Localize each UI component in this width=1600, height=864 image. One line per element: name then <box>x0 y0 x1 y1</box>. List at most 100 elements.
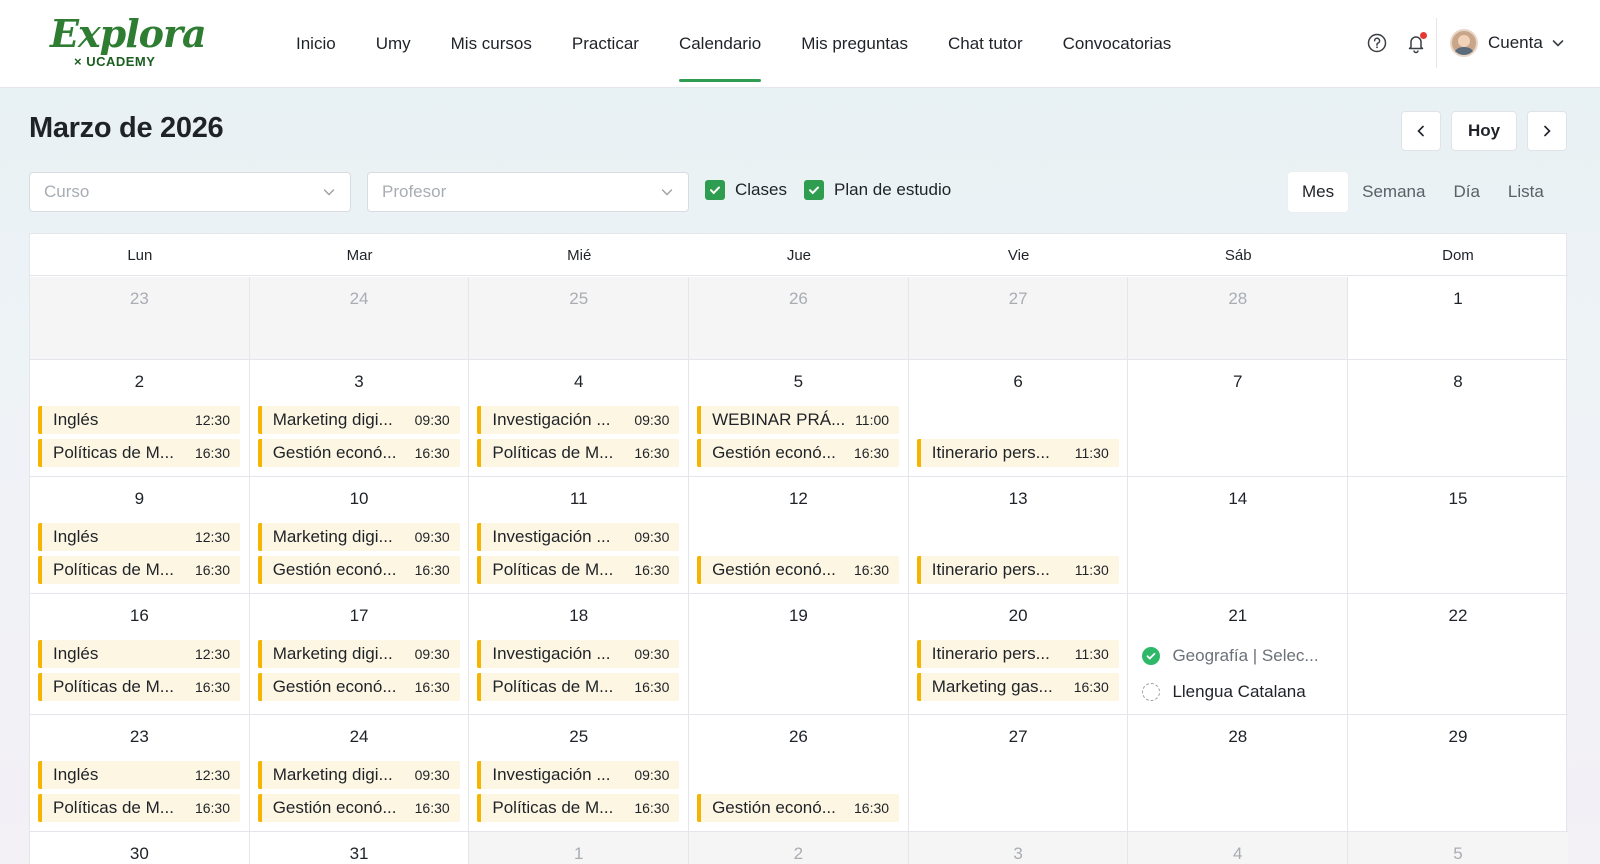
day-cell[interactable]: 23 Inglés 12:30 Políticas de M... 16:30 <box>30 715 250 831</box>
day-cell[interactable]: 30 <box>30 832 250 864</box>
day-cell[interactable]: 18 Investigación ... 09:30 Políticas de M..… <box>469 594 690 714</box>
teacher-select[interactable]: Profesor <box>367 172 689 212</box>
class-event[interactable]: Políticas de M... 16:30 <box>38 439 240 467</box>
class-event[interactable]: Políticas de M... 16:30 <box>477 673 680 701</box>
class-event[interactable]: Políticas de M... 16:30 <box>477 794 680 822</box>
day-cell[interactable]: 5 WEBINAR PRÁ... 11:00 Gestión econó... 16:3… <box>689 360 909 476</box>
study-plan-checkbox[interactable]: Plan de estudio <box>804 180 951 200</box>
class-event[interactable]: Políticas de M... 16:30 <box>38 794 240 822</box>
day-cell[interactable]: 3 Marketing digi... 09:30 Gestión econó... 1… <box>250 360 470 476</box>
next-month-button[interactable] <box>1527 111 1567 151</box>
day-cell[interactable]: 26 <box>689 277 909 359</box>
class-event[interactable]: Políticas de M... 16:30 <box>477 439 680 467</box>
class-event[interactable]: Gestión econó... 16:30 <box>257 556 460 584</box>
class-event[interactable]: Investigación ... 09:30 <box>477 640 680 668</box>
day-cell[interactable]: 29 <box>1348 715 1568 831</box>
class-event[interactable]: Inglés 12:30 <box>38 640 240 668</box>
day-cell[interactable]: 25 <box>469 277 690 359</box>
day-cell[interactable]: 24 <box>249 277 470 359</box>
class-event[interactable]: WEBINAR PRÁ... 11:00 <box>697 406 900 434</box>
day-cell[interactable]: 7 <box>1128 360 1349 476</box>
class-event[interactable]: Itinerario pers... 11:30 <box>916 439 1119 467</box>
today-label: Hoy <box>1467 121 1501 140</box>
day-cell[interactable]: 2 <box>689 832 909 864</box>
day-cell[interactable]: 27 <box>908 277 1129 359</box>
day-cell[interactable]: 4 Investigación ... 09:30 Políticas de M...… <box>469 360 690 476</box>
class-event[interactable]: Inglés 12:30 <box>38 406 240 434</box>
account-menu[interactable]: Cuenta <box>1450 26 1565 60</box>
day-cell[interactable]: 13 Itinerario pers... 11:30 <box>909 477 1129 593</box>
class-event[interactable]: Investigación ... 09:30 <box>477 761 680 789</box>
view-week-button[interactable]: Semana <box>1348 172 1439 212</box>
class-event[interactable]: Investigación ... 09:30 <box>477 523 680 551</box>
nav-item-calendario[interactable]: Calendario <box>678 0 762 88</box>
nav-item-mis-cursos[interactable]: Mis cursos <box>451 0 532 88</box>
day-cell[interactable]: 3 <box>908 832 1129 864</box>
class-event[interactable]: Políticas de M... 16:30 <box>38 556 240 584</box>
day-cell[interactable]: 22 <box>1348 594 1568 714</box>
brand-logo[interactable]: Explora × UCADEMY <box>50 12 207 74</box>
nav-item-chat-tutor[interactable]: Chat tutor <box>948 0 1023 88</box>
class-event[interactable]: Marketing gas... 16:30 <box>916 673 1119 701</box>
class-event[interactable]: Marketing digi... 09:30 <box>257 761 460 789</box>
view-list-button[interactable]: Lista <box>1494 172 1558 212</box>
day-cell[interactable]: 19 <box>689 594 909 714</box>
day-cell[interactable]: 16 Inglés 12:30 Políticas de M... 16:30 <box>30 594 250 714</box>
nav-item-convocatorias[interactable]: Convocatorias <box>1063 0 1172 88</box>
day-cell[interactable]: 24 Marketing digi... 09:30 Gestión econó...… <box>250 715 470 831</box>
classes-checkbox[interactable]: Clases <box>705 180 787 200</box>
day-cell[interactable]: 9 Inglés 12:30 Políticas de M... 16:30 <box>30 477 250 593</box>
day-cell[interactable]: 15 <box>1348 477 1568 593</box>
class-event[interactable]: Marketing digi... 09:30 <box>257 406 460 434</box>
day-cell[interactable]: 11 Investigación ... 09:30 Políticas de M..… <box>469 477 690 593</box>
study-plan-item[interactable]: Geografía | Selec... <box>1142 644 1342 668</box>
class-event[interactable]: Marketing digi... 09:30 <box>257 640 460 668</box>
day-cell[interactable]: 12 Gestión econó... 16:30 <box>689 477 909 593</box>
nav-item-inicio[interactable]: Inicio <box>296 0 336 88</box>
nav-item-mis-preguntas[interactable]: Mis preguntas <box>801 0 908 88</box>
day-cell[interactable]: 8 <box>1348 360 1568 476</box>
day-cell[interactable]: 27 <box>909 715 1129 831</box>
help-circle-icon[interactable] <box>1366 32 1388 54</box>
day-cell[interactable]: 10 Marketing digi... 09:30 Gestión econó...… <box>250 477 470 593</box>
nav-item-practicar[interactable]: Practicar <box>572 0 639 88</box>
class-event[interactable]: Inglés 12:30 <box>38 761 240 789</box>
class-event[interactable]: Inglés 12:30 <box>38 523 240 551</box>
day-cell[interactable]: 6 Itinerario pers... 11:30 <box>909 360 1129 476</box>
course-select[interactable]: Curso <box>29 172 351 212</box>
class-event[interactable]: Gestión econó... 16:30 <box>697 794 900 822</box>
day-cell[interactable]: 31 <box>250 832 470 864</box>
bell-icon[interactable] <box>1405 32 1427 54</box>
day-cell[interactable]: 14 <box>1128 477 1349 593</box>
day-cell[interactable]: 5 <box>1348 832 1568 864</box>
class-event[interactable]: Gestión econó... 16:30 <box>697 556 900 584</box>
day-cell[interactable]: 26 Gestión econó... 16:30 <box>689 715 909 831</box>
day-cell[interactable]: 21 Geografía | Selec... Llengua Catalana <box>1128 594 1349 714</box>
day-cell[interactable]: 4 <box>1128 832 1349 864</box>
view-day-button[interactable]: Día <box>1439 172 1493 212</box>
class-event[interactable]: Marketing digi... 09:30 <box>257 523 460 551</box>
class-event[interactable]: Gestión econó... 16:30 <box>257 439 460 467</box>
day-cell[interactable]: 20 Itinerario pers... 11:30 Marketing gas..… <box>909 594 1129 714</box>
day-cell[interactable]: 28 <box>1128 277 1349 359</box>
day-cell[interactable]: 1 <box>469 832 690 864</box>
view-month-button[interactable]: Mes <box>1288 172 1349 212</box>
study-plan-item[interactable]: Llengua Catalana <box>1142 680 1342 704</box>
day-cell[interactable]: 25 Investigación ... 09:30 Políticas de M..… <box>469 715 690 831</box>
class-event[interactable]: Políticas de M... 16:30 <box>477 556 680 584</box>
class-event[interactable]: Investigación ... 09:30 <box>477 406 680 434</box>
class-event[interactable]: Itinerario pers... 11:30 <box>916 640 1119 668</box>
today-button[interactable]: Hoy <box>1451 111 1517 151</box>
day-cell[interactable]: 17 Marketing digi... 09:30 Gestión econó...… <box>250 594 470 714</box>
day-cell[interactable]: 23 <box>30 277 250 359</box>
class-event[interactable]: Gestión econó... 16:30 <box>257 794 460 822</box>
day-cell[interactable]: 1 <box>1348 277 1568 359</box>
class-event[interactable]: Políticas de M... 16:30 <box>38 673 240 701</box>
class-event[interactable]: Gestión econó... 16:30 <box>697 439 900 467</box>
class-event[interactable]: Gestión econó... 16:30 <box>257 673 460 701</box>
day-cell[interactable]: 2 Inglés 12:30 Políticas de M... 16:30 <box>30 360 250 476</box>
day-cell[interactable]: 28 <box>1128 715 1349 831</box>
nav-item-umy[interactable]: Umy <box>376 0 411 88</box>
class-event[interactable]: Itinerario pers... 11:30 <box>916 556 1119 584</box>
prev-month-button[interactable] <box>1401 111 1441 151</box>
